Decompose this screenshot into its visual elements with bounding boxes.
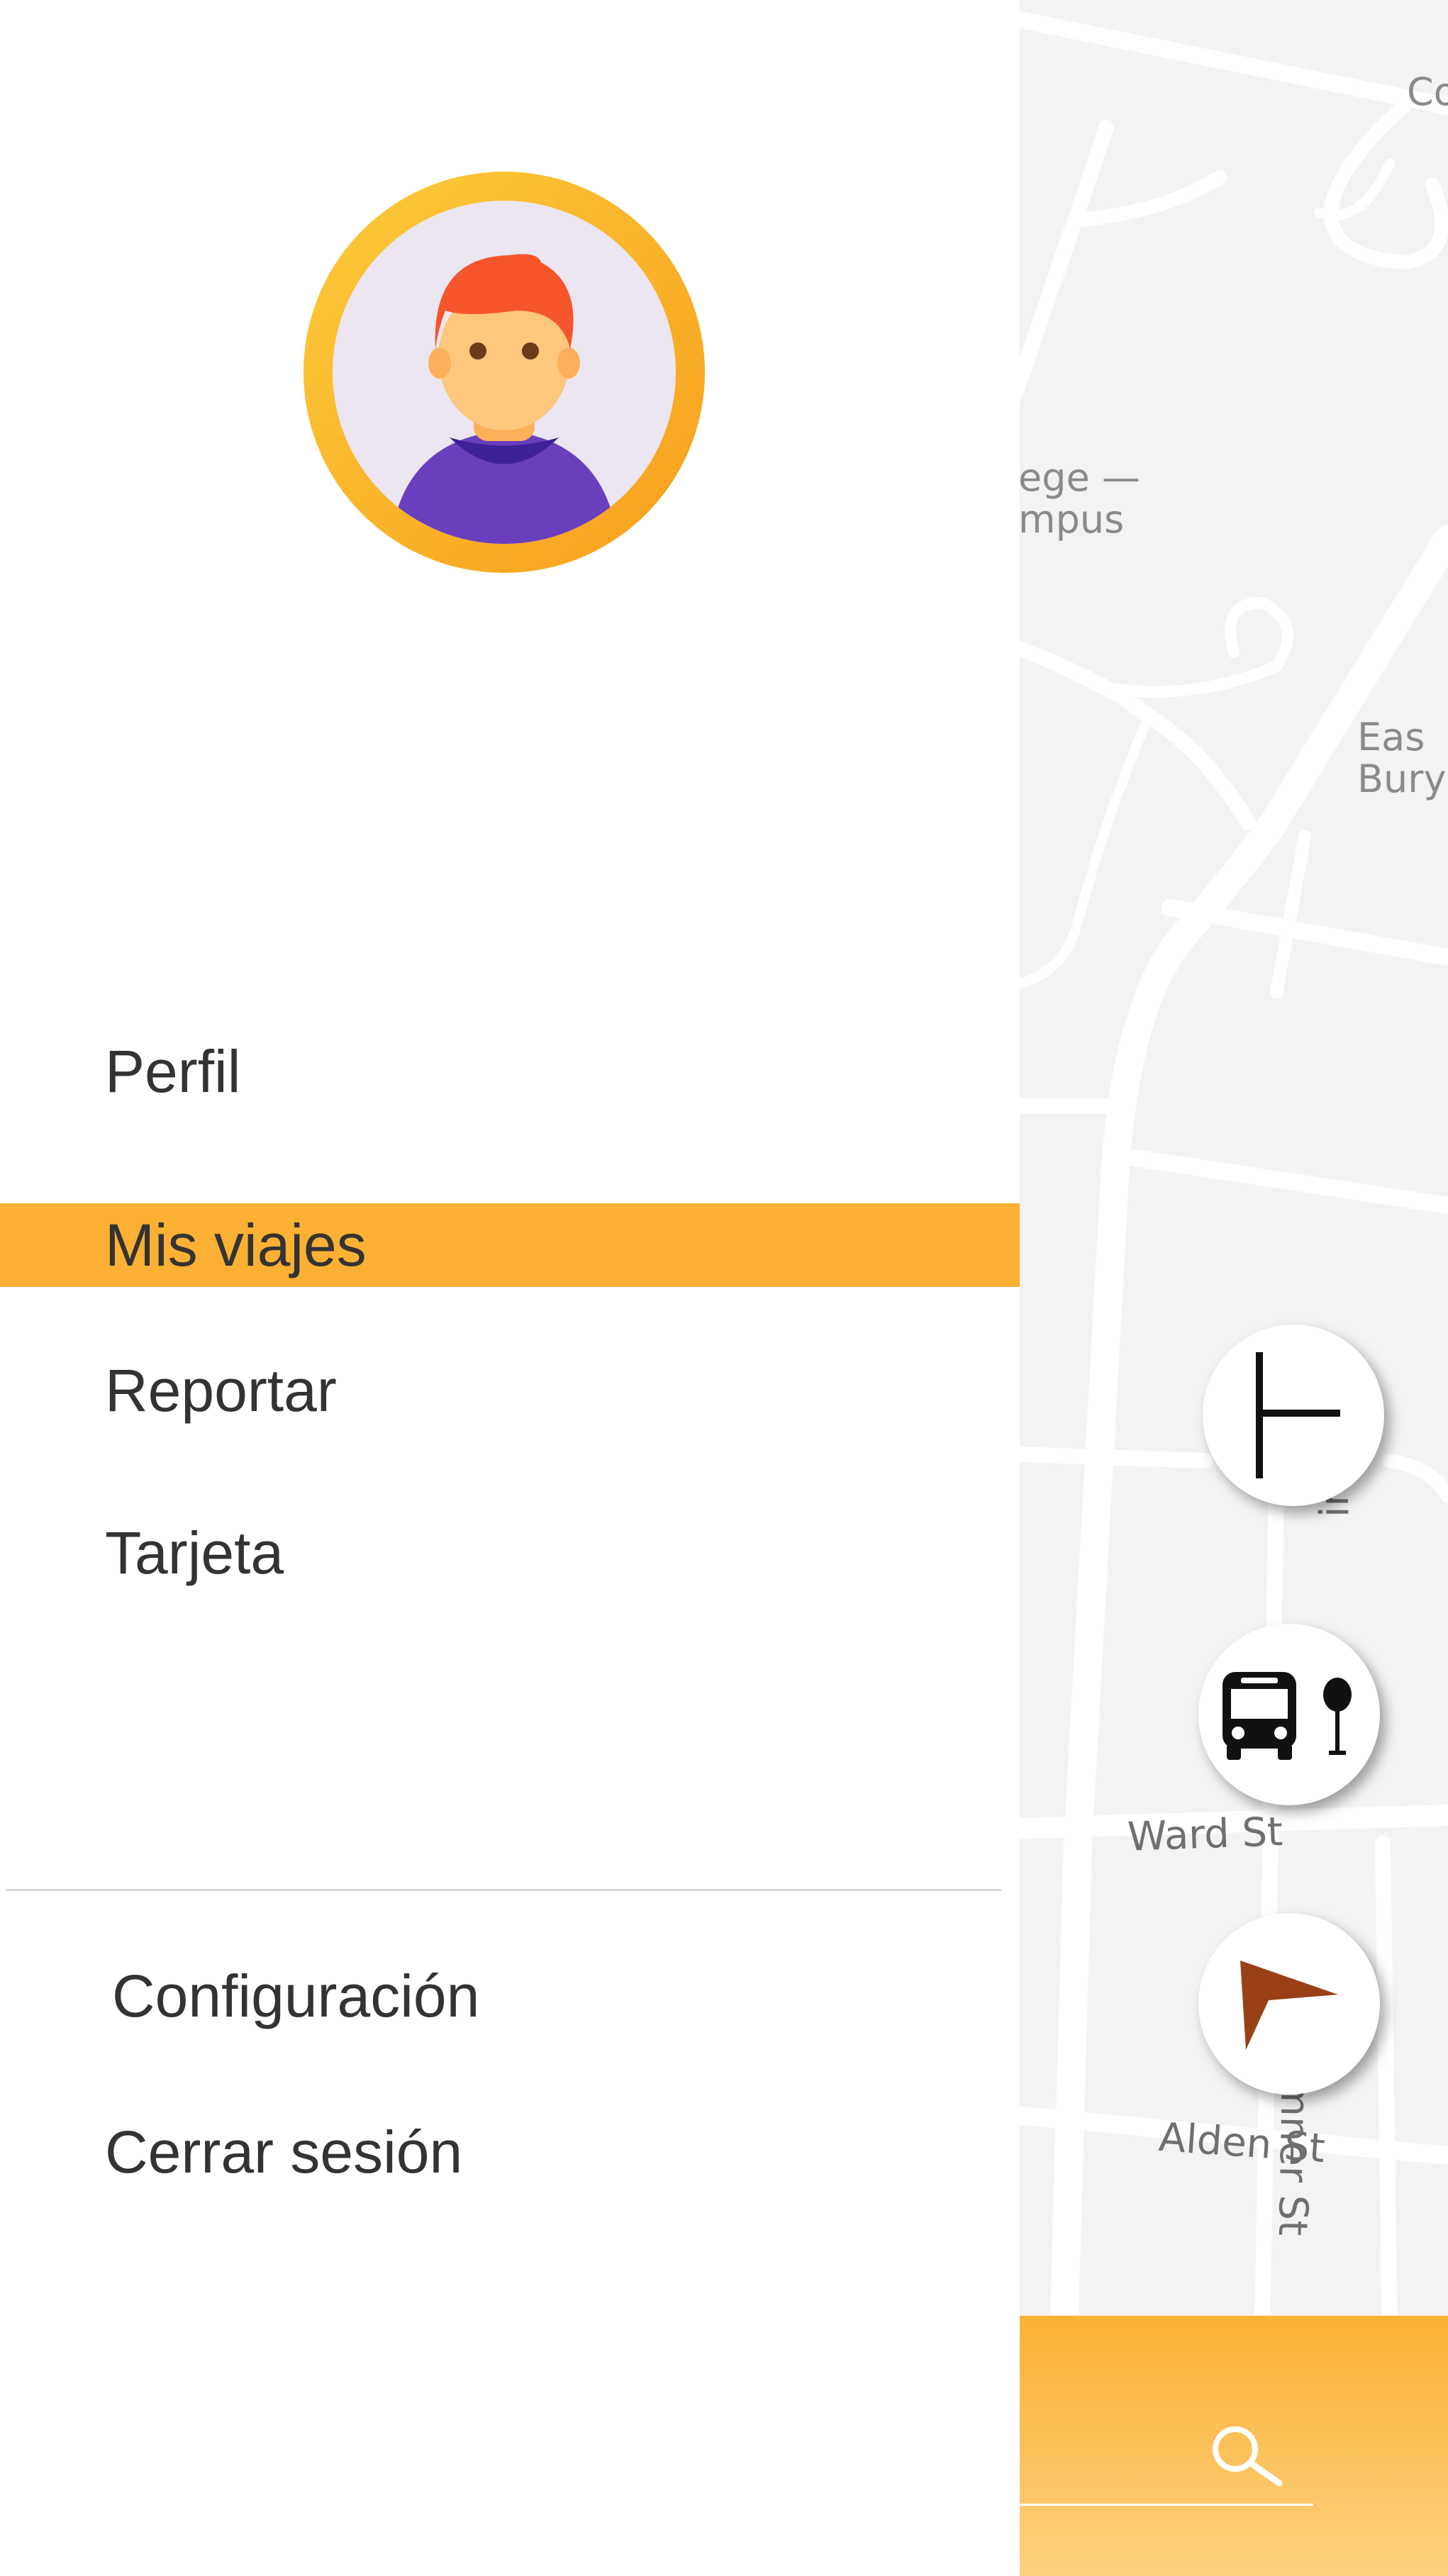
navigate-button[interactable]: [1198, 1913, 1380, 2095]
menu-item-label: Configuración: [112, 1962, 480, 2029]
street-label-ward: Ward St: [1126, 1809, 1284, 1861]
menu-item-label: Mis viajes: [105, 1211, 367, 1278]
search-bar[interactable]: [1020, 2316, 1448, 2576]
menu-item-cerrar-sesion[interactable]: Cerrar sesión: [0, 2110, 1020, 2194]
menu-item-label: Cerrar sesión: [105, 2118, 463, 2185]
bus-stop-icon: [1223, 1672, 1352, 1760]
search-icon[interactable]: [1210, 2424, 1288, 2487]
menu-item-perfil[interactable]: Perfil: [0, 1030, 1020, 1113]
menu-item-label: Perfil: [105, 1037, 241, 1105]
menu-item-configuracion[interactable]: Configuración: [0, 1954, 1020, 2038]
menu-item-mis-viajes[interactable]: Mis viajes: [0, 1203, 1020, 1287]
map-label-burying: Eas Buryi: [1357, 715, 1448, 802]
menu-item-label: Tarjeta: [105, 1519, 284, 1586]
routes-button[interactable]: [1203, 1325, 1384, 1506]
avatar[interactable]: [303, 172, 705, 573]
menu-item-tarjeta[interactable]: Tarjeta: [0, 1511, 1020, 1595]
menu-item-label: Reportar: [105, 1356, 337, 1424]
route-branch-icon: [1256, 1352, 1340, 1478]
navigation-arrow-icon: [1240, 1961, 1338, 2050]
bus-stop-button[interactable]: [1198, 1624, 1380, 1805]
map-label-campus: ege — mpus: [1018, 455, 1140, 542]
search-underline: [1020, 2504, 1313, 2506]
navigation-drawer: Perfil Mis viajes Reportar Tarjeta Confi…: [0, 0, 1020, 2576]
divider: [6, 1889, 1001, 1891]
map-label-top: Co: [1407, 69, 1448, 114]
menu-item-reportar[interactable]: Reportar: [0, 1349, 1020, 1432]
